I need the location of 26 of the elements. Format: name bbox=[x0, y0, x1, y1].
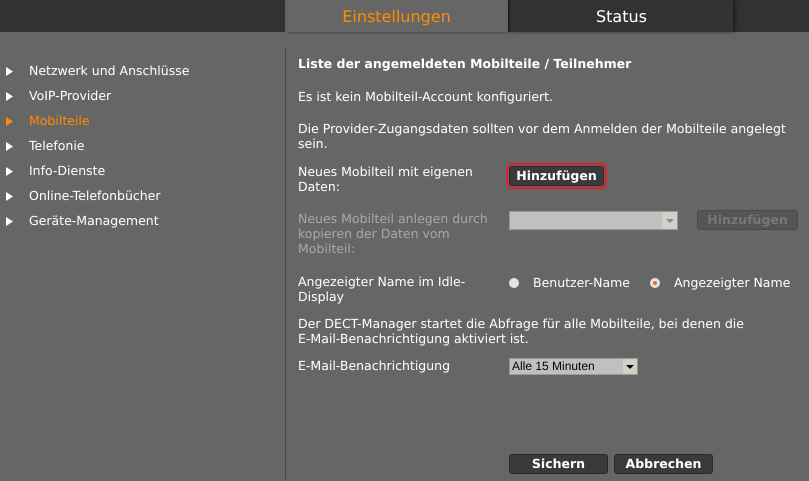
sidebar-item[interactable]: VoIP-Provider bbox=[29, 87, 112, 106]
section-title: Liste der angemeldeten Mobilteile / Teilnehmer bbox=[298, 55, 632, 73]
option-label: Angezeigter Name bbox=[674, 274, 790, 292]
info-text: Der DECT-Manager startet die Abfrage für alle Mobilteile, bei denen die E-Mail-Benachrichtigung aktiviert ist. bbox=[298, 316, 745, 346]
field-label: Neues Mobilteil mit eigenen Daten: bbox=[298, 164, 474, 194]
field-label: Angezeigter Name im Idle-Display bbox=[298, 274, 466, 304]
dropdown[interactable]: Alle 15 Minuten bbox=[509, 358, 638, 375]
info-text: Die Provider-Zugangsdaten sollten vor dem Anmelden der Mobilteile angelegt sein. bbox=[298, 121, 787, 151]
add-button[interactable]: Hinzufügen bbox=[509, 166, 604, 186]
sidebar-item[interactable]: Geräte-Management bbox=[29, 212, 159, 231]
radio-button[interactable] bbox=[509, 278, 519, 288]
action-button[interactable]: Sichern bbox=[509, 454, 608, 474]
caret-icon bbox=[666, 218, 674, 222]
sidebar-item[interactable]: Telefonie bbox=[29, 137, 84, 156]
caret-icon bbox=[623, 359, 637, 374]
option-label: Benutzer-Name bbox=[533, 274, 630, 292]
field-label: E-Mail-Benachrichtigung bbox=[298, 358, 452, 373]
field-label: Neues Mobilteil anlegen durch kopieren der Daten vom Mobilteil: bbox=[298, 211, 489, 256]
tab[interactable]: Status bbox=[510, 0, 733, 32]
dropdown-value: Alle 15 Minuten bbox=[511, 359, 596, 374]
action-button[interactable]: Abbrechen bbox=[614, 454, 713, 474]
sidebar-item[interactable]: Info-Dienste bbox=[29, 162, 106, 181]
sidebar-item[interactable]: Online-Telefonbücher bbox=[29, 187, 161, 206]
radio-button[interactable] bbox=[650, 278, 660, 288]
info-text: Es ist kein Mobilteil-Account konfiguriert. bbox=[298, 89, 554, 104]
sidebar-item[interactable]: Netzwerk und Anschlüsse bbox=[29, 62, 190, 81]
